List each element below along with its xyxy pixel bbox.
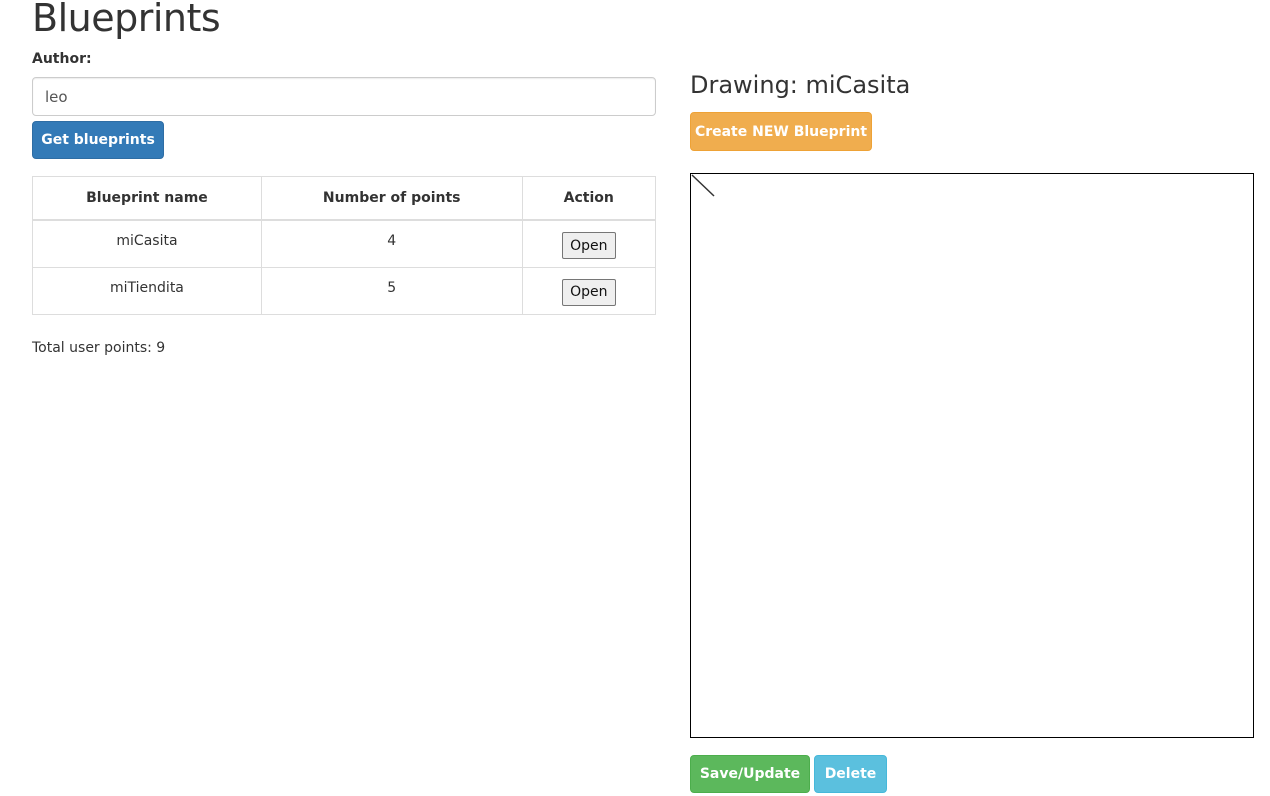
blueprint-action-cell: Open — [521, 266, 657, 315]
header-action: Action — [521, 176, 657, 221]
get-blueprints-button[interactable]: Get blueprints — [32, 121, 164, 159]
table-header-row: Blueprint name Number of points Action — [32, 176, 657, 221]
table-row: miCasita 4 Open — [32, 219, 657, 268]
delete-button[interactable]: Delete — [814, 755, 887, 793]
open-button[interactable]: Open — [561, 232, 616, 259]
drawing-title: Drawing: miCasita — [690, 71, 911, 99]
save-update-button[interactable]: Save/Update — [690, 755, 810, 793]
blueprint-name-cell: miTiendita — [32, 266, 262, 315]
author-label: Author: — [32, 51, 92, 67]
page-title: Blueprints — [32, 0, 221, 40]
blueprint-action-cell: Open — [521, 219, 657, 268]
blueprint-points-cell: 4 — [260, 219, 523, 268]
drawing-canvas[interactable] — [690, 173, 1254, 738]
blueprint-name-cell: miCasita — [32, 219, 262, 268]
total-user-points: Total user points: 9 — [32, 340, 166, 356]
table-row: miTiendita 5 Open — [32, 266, 657, 315]
blueprints-table: Blueprint name Number of points Action m… — [32, 176, 657, 315]
header-blueprint-name: Blueprint name — [32, 176, 262, 221]
open-button[interactable]: Open — [561, 278, 616, 306]
blueprint-line — [691, 174, 715, 197]
header-number-of-points: Number of points — [260, 176, 523, 221]
canvas-drawing — [691, 174, 715, 197]
blueprint-points-cell: 5 — [260, 266, 523, 315]
author-input[interactable] — [32, 77, 656, 116]
create-new-blueprint-button[interactable]: Create NEW Blueprint — [690, 112, 872, 151]
